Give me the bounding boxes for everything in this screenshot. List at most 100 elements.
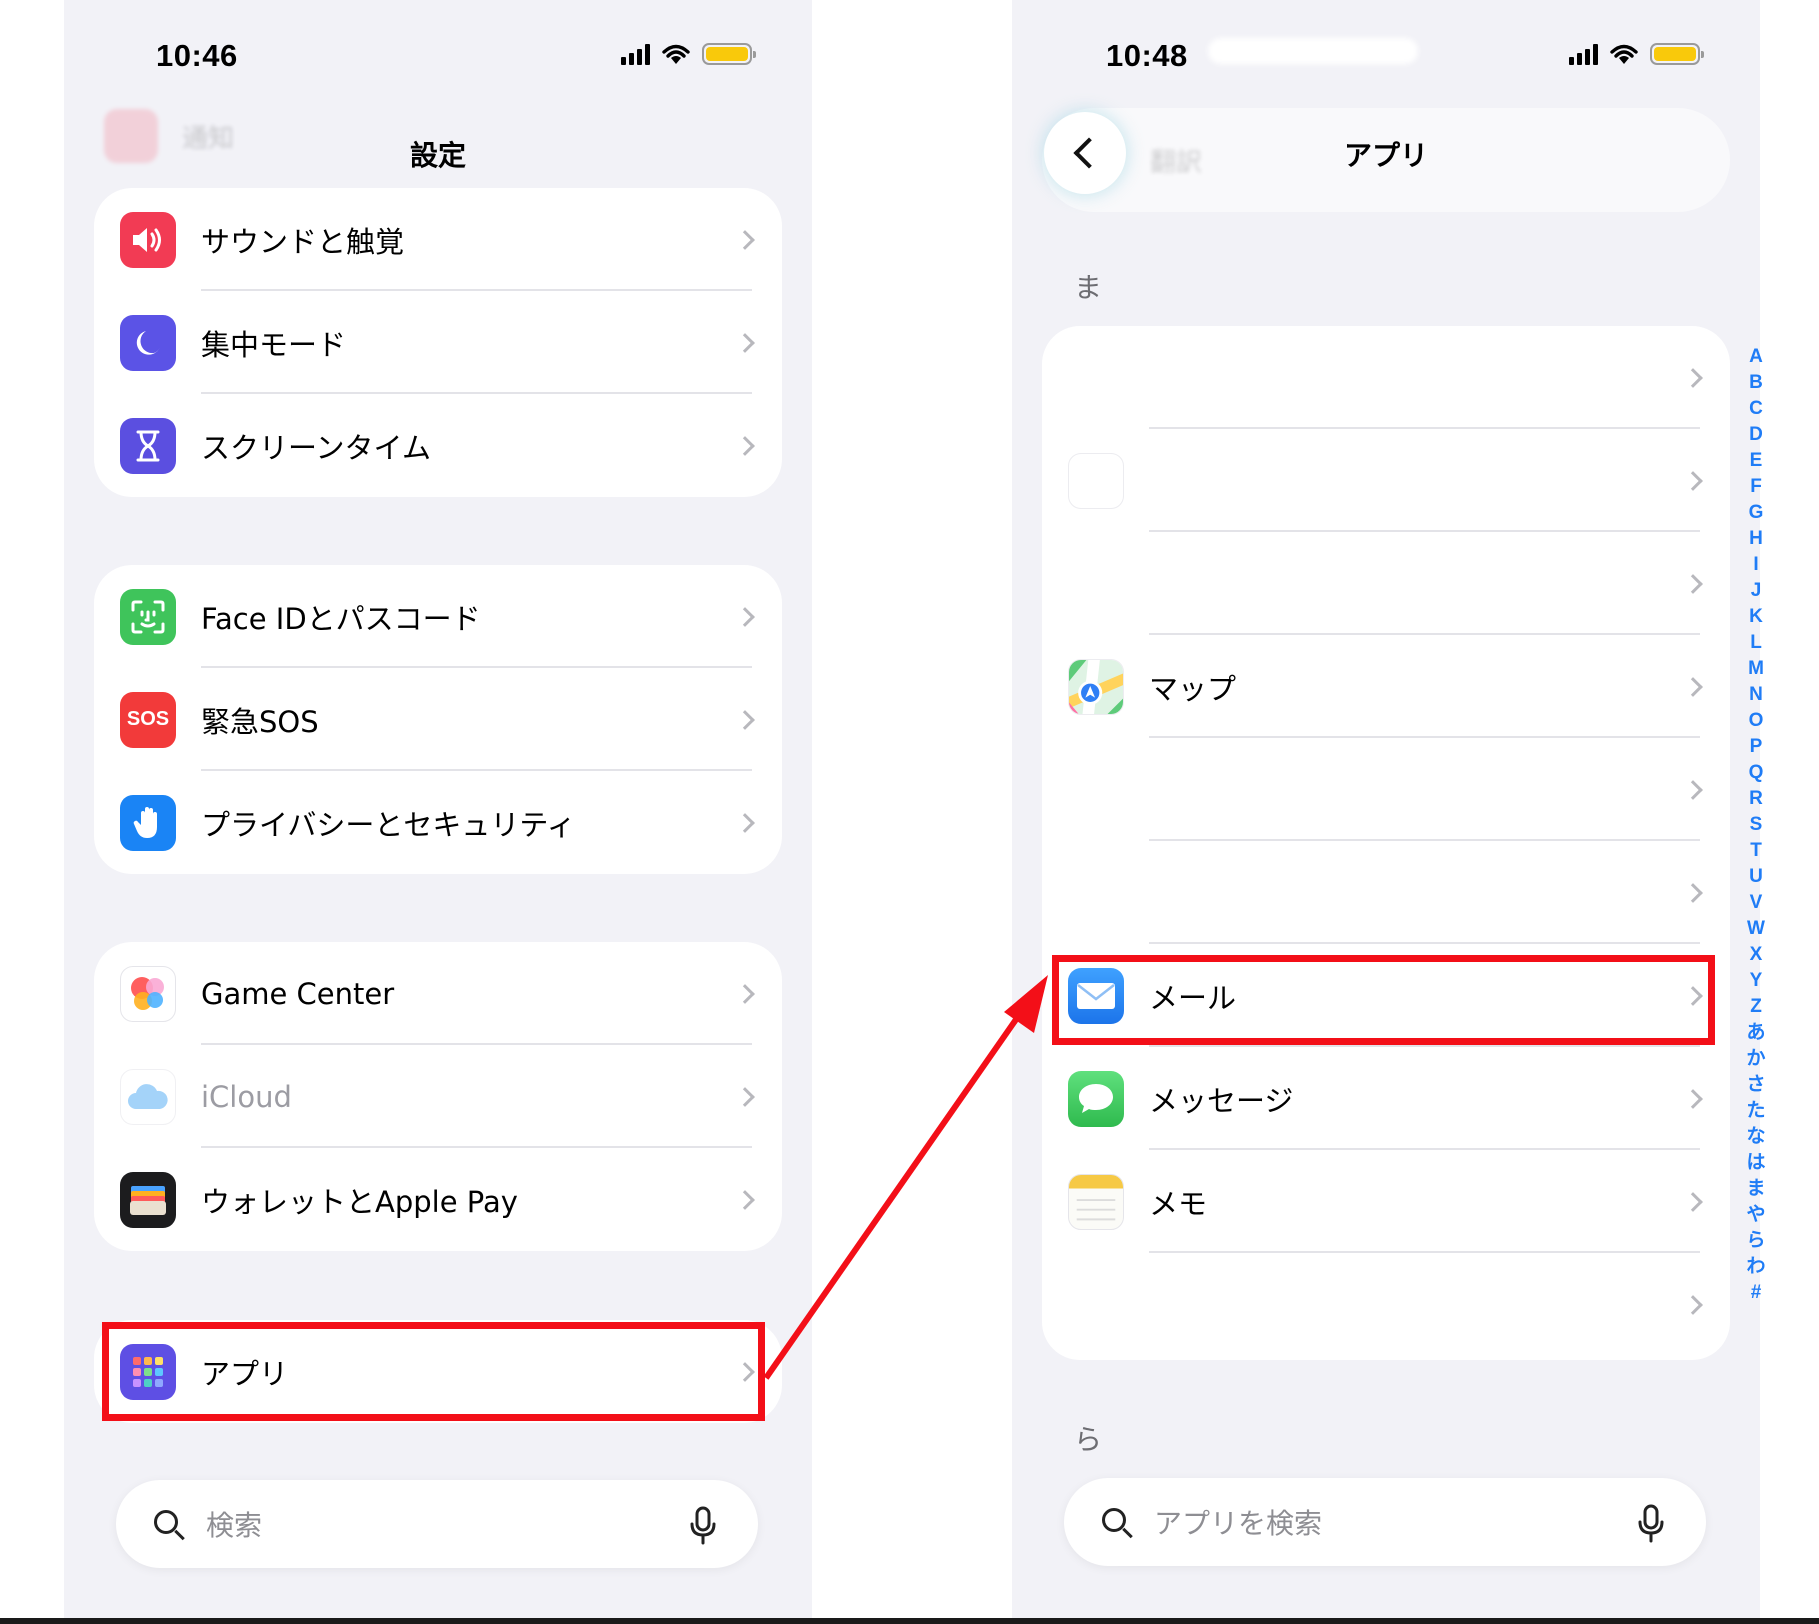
microphone-icon[interactable] (688, 1506, 718, 1546)
settings-row-label: 集中モード (201, 327, 347, 362)
settings-row-face-id[interactable]: Face IDとパスコード (94, 565, 782, 668)
settings-row-wallet[interactable]: ウォレットとApple Pay (94, 1148, 782, 1251)
chevron-right-icon (1683, 573, 1703, 594)
index-letter[interactable]: N (1749, 682, 1763, 708)
apps-row-label: メモ (1149, 1186, 1208, 1221)
search-icon (154, 1510, 178, 1534)
index-letter[interactable]: D (1749, 422, 1763, 448)
index-letter[interactable]: F (1750, 474, 1762, 500)
apps-screen: 10:48 翻訳 アプリ ま マップ メール メッセージ メモ ら アプリを検索 (1012, 0, 1760, 1624)
chevron-right-icon (735, 1086, 755, 1107)
chevron-right-icon (1683, 1294, 1703, 1315)
index-letter[interactable]: P (1750, 734, 1763, 760)
page-title: アプリ (1343, 139, 1428, 172)
apps-list: マップ メール メッセージ メモ (1042, 326, 1730, 1360)
index-letter[interactable]: や (1746, 1202, 1765, 1228)
chevron-right-icon (735, 983, 755, 1004)
index-letter[interactable]: ら (1746, 1228, 1765, 1254)
index-letter[interactable]: は (1746, 1150, 1765, 1176)
index-letter[interactable]: R (1749, 786, 1763, 812)
hand-icon (120, 794, 176, 851)
settings-group-1: サウンドと触覚 集中モード スクリーンタイム (94, 188, 782, 497)
search-placeholder: 検索 (206, 1509, 263, 1542)
apps-row-hidden[interactable] (1042, 429, 1730, 532)
index-letter[interactable]: O (1749, 708, 1764, 734)
section-index[interactable]: A B C D E F G H I J K L M N O P Q R S T U V W X Y Z あかさたなはまやらわ # (1744, 344, 1768, 1306)
cellular-signal-icon (621, 43, 650, 65)
index-letter[interactable]: Y (1750, 968, 1763, 994)
index-letter[interactable]: J (1751, 578, 1762, 604)
chevron-right-icon (735, 229, 755, 250)
index-letter[interactable]: た (1746, 1098, 1765, 1124)
apps-row-hidden[interactable] (1042, 841, 1730, 944)
index-letter[interactable]: X (1750, 942, 1763, 968)
index-letter[interactable]: A (1749, 344, 1763, 370)
chevron-right-icon (1683, 1088, 1703, 1109)
apps-row-hidden[interactable] (1042, 326, 1730, 429)
index-letter[interactable]: S (1750, 812, 1763, 838)
index-letter[interactable]: K (1749, 604, 1763, 630)
chevron-right-icon (1683, 470, 1703, 491)
index-letter[interactable]: W (1747, 916, 1765, 942)
settings-row-label: Game Center (201, 976, 395, 1011)
index-letter[interactable]: B (1749, 370, 1763, 396)
apps-row-hidden[interactable] (1042, 738, 1730, 841)
index-letter[interactable]: Q (1749, 760, 1764, 786)
microphone-icon[interactable] (1636, 1504, 1666, 1544)
settings-row-game-center[interactable]: Game Center (94, 942, 782, 1045)
index-letter[interactable]: E (1750, 448, 1763, 474)
settings-row-focus[interactable]: 集中モード (94, 291, 782, 394)
apps-row-hidden[interactable] (1042, 1253, 1730, 1356)
wifi-icon (1610, 44, 1638, 64)
index-letter[interactable]: C (1749, 396, 1763, 422)
index-letter[interactable]: な (1746, 1124, 1765, 1150)
settings-row-label: iCloud (201, 1079, 292, 1114)
chevron-right-icon (735, 332, 755, 353)
settings-row-privacy[interactable]: プライバシーとセキュリティ (94, 771, 782, 874)
chevron-right-icon (1683, 779, 1703, 800)
chevron-right-icon (735, 812, 755, 833)
index-letter[interactable]: U (1749, 864, 1763, 890)
index-letter[interactable]: M (1748, 656, 1764, 682)
section-header-ra: ら (1074, 1423, 1103, 1456)
index-letter[interactable]: G (1749, 500, 1764, 526)
index-letter[interactable]: L (1750, 630, 1762, 656)
settings-row-icloud[interactable]: iCloud (94, 1045, 782, 1148)
app-icon (1068, 452, 1124, 509)
highlight-box-mail (1052, 955, 1715, 1045)
status-bar: 10:48 (1012, 0, 1760, 110)
apps-row-maps[interactable]: マップ (1042, 635, 1730, 738)
game-center-icon (120, 965, 176, 1022)
index-letter[interactable]: T (1750, 838, 1762, 864)
search-icon (1102, 1508, 1126, 1532)
apps-row-messages[interactable]: メッセージ (1042, 1047, 1730, 1150)
notes-icon (1068, 1173, 1124, 1230)
apps-row-label: マップ (1149, 671, 1237, 706)
search-placeholder: アプリを検索 (1154, 1507, 1323, 1540)
maps-icon (1068, 658, 1124, 715)
index-letter[interactable]: I (1753, 552, 1758, 578)
settings-row-emergency-sos[interactable]: SOS 緊急SOS (94, 668, 782, 771)
index-letter[interactable]: ま (1746, 1176, 1765, 1202)
index-letter[interactable]: H (1749, 526, 1763, 552)
index-letter[interactable]: V (1750, 890, 1763, 916)
settings-row-sound[interactable]: サウンドと触覚 (94, 188, 782, 291)
index-letter[interactable]: わ (1746, 1254, 1765, 1280)
status-bar: 10:46 (64, 0, 812, 110)
page-title: 設定 (409, 139, 466, 172)
index-letter[interactable]: # (1751, 1280, 1762, 1306)
index-letter[interactable]: さ (1746, 1072, 1765, 1098)
apps-row-notes[interactable]: メモ (1042, 1150, 1730, 1253)
index-letter[interactable]: か (1746, 1046, 1765, 1072)
settings-row-screen-time[interactable]: スクリーンタイム (94, 394, 782, 497)
search-field[interactable]: アプリを検索 (1064, 1478, 1706, 1566)
apps-row-hidden[interactable] (1042, 532, 1730, 635)
sos-icon: SOS (120, 691, 176, 748)
chevron-right-icon (1683, 1191, 1703, 1212)
settings-group-2: Face IDとパスコード SOS 緊急SOS プライバシーとセキュリティ (94, 565, 782, 874)
wifi-icon (662, 44, 690, 64)
search-field[interactable]: 検索 (116, 1480, 758, 1568)
section-header-ma: ま (1074, 271, 1103, 304)
index-letter[interactable]: Z (1750, 994, 1762, 1020)
index-letter[interactable]: あ (1746, 1020, 1765, 1046)
